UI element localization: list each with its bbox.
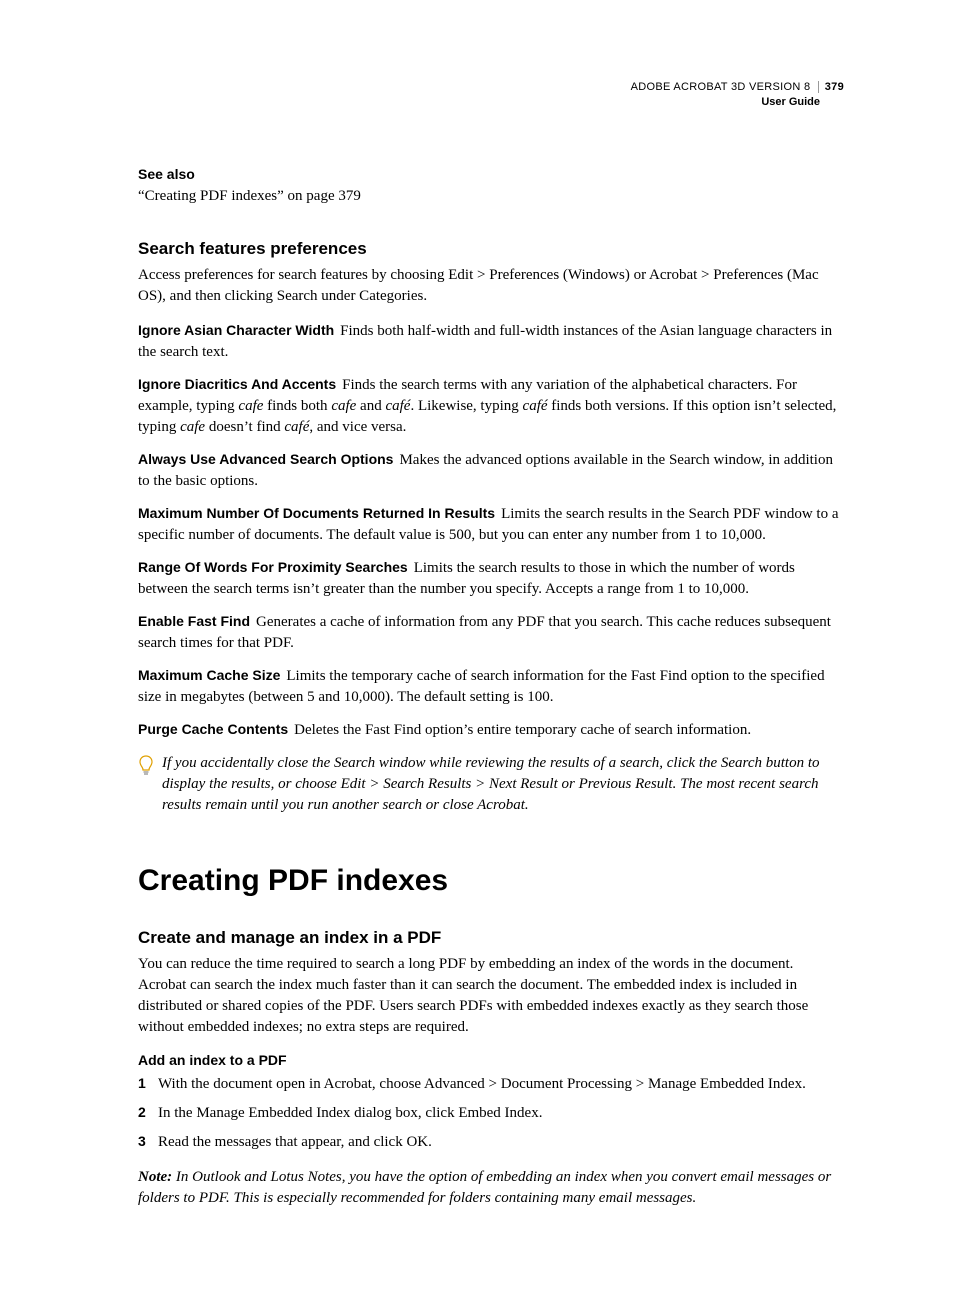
step-item: With the document open in Acrobat, choos… (138, 1074, 844, 1095)
tip-block: If you accidentally close the Search win… (138, 753, 844, 816)
pref-item-7: Purge Cache ContentsDeletes the Fast Fin… (138, 720, 844, 741)
pref-term: Purge Cache Contents (138, 721, 294, 737)
prefs-intro: Access preferences for search features b… (138, 265, 844, 307)
prefs-heading: Search features preferences (138, 239, 844, 259)
pref-term: Enable Fast Find (138, 613, 256, 629)
page-content: ADOBE ACROBAT 3D VERSION 8 379 User Guid… (0, 0, 954, 1303)
note-text: In Outlook and Lotus Notes, you have the… (138, 1169, 831, 1206)
pref-term: Maximum Number Of Documents Returned In … (138, 505, 501, 521)
pref-item-5: Enable Fast FindGenerates a cache of inf… (138, 612, 844, 654)
chapter-heading: Creating PDF indexes (138, 864, 844, 898)
running-header: ADOBE ACROBAT 3D VERSION 8 379 User Guid… (138, 80, 844, 110)
section-heading: Create and manage an index in a PDF (138, 928, 844, 948)
product-name: ADOBE ACROBAT 3D VERSION 8 (631, 81, 811, 93)
guide-label: User Guide (138, 95, 844, 110)
pref-desc-part: cafe (331, 398, 356, 414)
pref-desc: Deletes the Fast Find option’s entire te… (294, 722, 751, 738)
see-also-heading: See also (138, 166, 844, 182)
pref-term: Range Of Words For Proximity Searches (138, 559, 414, 575)
pref-term: Always Use Advanced Search Options (138, 451, 399, 467)
tip-text: If you accidentally close the Search win… (162, 753, 844, 816)
lightbulb-icon (138, 755, 154, 782)
pref-item-6: Maximum Cache SizeLimits the temporary c… (138, 666, 844, 708)
pref-item-1: Ignore Diacritics And AccentsFinds the s… (138, 375, 844, 438)
pref-desc-part: , and vice versa. (309, 419, 406, 435)
pref-desc-part: café (284, 419, 309, 435)
section-body: You can reduce the time required to sear… (138, 954, 844, 1038)
pref-desc-part: cafe (238, 398, 263, 414)
pref-desc-part: and (356, 398, 385, 414)
pref-desc-part: café (385, 398, 410, 414)
see-also-link[interactable]: “Creating PDF indexes” on page 379 (138, 188, 844, 205)
note-block: Note: In Outlook and Lotus Notes, you ha… (138, 1167, 844, 1209)
step-item: Read the messages that appear, and click… (138, 1132, 844, 1153)
pref-item-2: Always Use Advanced Search OptionsMakes … (138, 450, 844, 492)
pref-item-3: Maximum Number Of Documents Returned In … (138, 504, 844, 546)
page-number: 379 (818, 81, 844, 93)
step-item: In the Manage Embedded Index dialog box,… (138, 1103, 844, 1124)
pref-item-0: Ignore Asian Character WidthFinds both h… (138, 321, 844, 363)
pref-desc-part: cafe (180, 419, 205, 435)
steps-list: With the document open in Acrobat, choos… (138, 1074, 844, 1153)
task-heading: Add an index to a PDF (138, 1052, 844, 1068)
pref-desc-part: . Likewise, typing (410, 398, 522, 414)
pref-term: Ignore Diacritics And Accents (138, 376, 342, 392)
pref-desc-part: café (523, 398, 548, 414)
pref-term: Maximum Cache Size (138, 667, 286, 683)
pref-desc-part: doesn’t find (205, 419, 284, 435)
pref-desc-part: finds both (263, 398, 331, 414)
note-label: Note: (138, 1169, 172, 1185)
pref-term: Ignore Asian Character Width (138, 322, 340, 338)
pref-item-4: Range Of Words For Proximity SearchesLim… (138, 558, 844, 600)
